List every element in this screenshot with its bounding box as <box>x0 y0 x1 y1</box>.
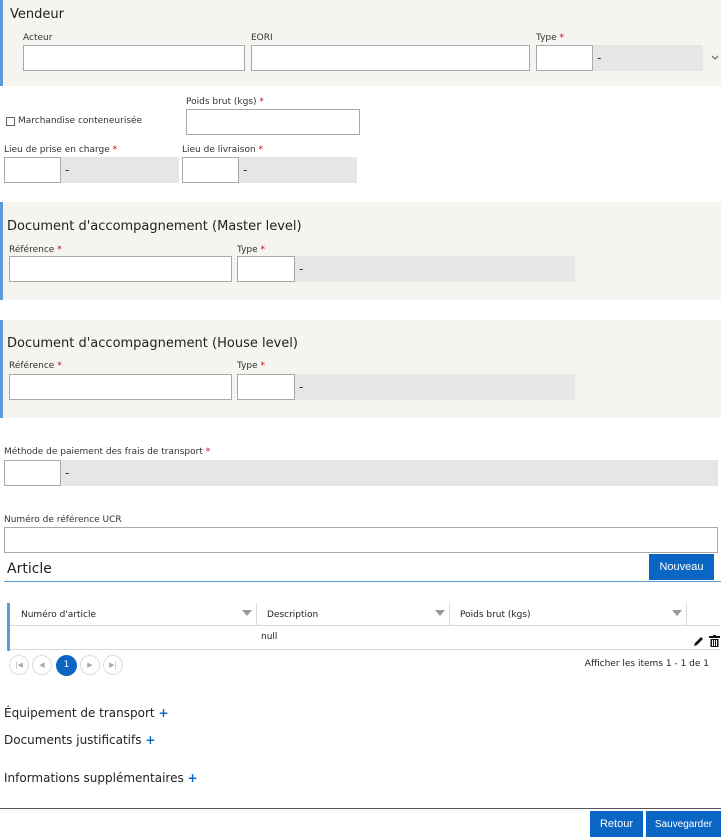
livraison-description: - <box>239 157 357 183</box>
doc-house-reference-input[interactable] <box>9 374 232 400</box>
sauvegarder-button[interactable]: Sauvegarder <box>646 811 721 837</box>
article-title: Article <box>7 561 52 577</box>
prev-page-icon[interactable]: ◀ <box>32 655 52 675</box>
poids-label: Poids brut (kgs) * <box>186 97 264 107</box>
col-header-numero[interactable]: Numéro d'article <box>21 610 96 620</box>
filter-icon[interactable] <box>672 610 682 616</box>
prise-label: Lieu de prise en charge * <box>4 145 118 155</box>
section-documents[interactable]: Documents justificatifs + <box>4 733 155 747</box>
doc-master-panel: Document d'accompagnement (Master level)… <box>0 202 721 300</box>
plus-icon[interactable]: + <box>158 706 168 720</box>
first-page-icon[interactable]: |◀ <box>9 655 29 675</box>
doc-master-reference-label: Référence * <box>9 245 62 255</box>
doc-house-type-label: Type * <box>237 361 266 371</box>
nouveau-button[interactable]: Nouveau <box>649 554 714 580</box>
paiement-label: Méthode de paiement des frais de transpo… <box>4 447 211 457</box>
article-divider <box>4 581 721 582</box>
cell-description: null <box>261 632 278 642</box>
doc-house-type-description: - <box>295 374 575 400</box>
doc-master-reference-input[interactable] <box>9 256 232 282</box>
section-equipement[interactable]: Équipement de transport + <box>4 706 169 720</box>
container-checkbox[interactable] <box>6 117 15 126</box>
section-informations[interactable]: Informations supplémentaires + <box>4 771 198 785</box>
paiement-input[interactable] <box>4 460 61 486</box>
col-header-poids[interactable]: Poids brut (kgs) <box>460 610 531 620</box>
doc-master-type-input[interactable] <box>237 256 295 282</box>
column-divider <box>686 603 687 626</box>
doc-house-type-input[interactable] <box>237 374 295 400</box>
edit-icon[interactable] <box>693 632 705 646</box>
doc-master-type-description: - <box>295 256 575 282</box>
vendeur-type-input[interactable] <box>536 45 593 71</box>
filter-icon[interactable] <box>435 610 445 616</box>
plus-icon[interactable]: + <box>145 733 155 747</box>
container-checkbox-label: Marchandise conteneurisée <box>18 116 143 126</box>
current-page-button[interactable]: 1 <box>56 655 77 676</box>
vendeur-panel: Vendeur Acteur EORI Type * - <box>0 0 721 86</box>
doc-master-type-label: Type * <box>237 245 266 255</box>
retour-button[interactable]: Retour <box>590 811 643 837</box>
footer-divider <box>0 808 721 809</box>
last-page-icon[interactable]: ▶| <box>103 655 123 675</box>
table-row[interactable]: null <box>10 626 720 650</box>
eori-input[interactable] <box>251 45 530 71</box>
ucr-label: Numéro de référence UCR <box>4 515 122 525</box>
poids-input[interactable] <box>186 109 360 135</box>
acteur-input[interactable] <box>23 45 245 71</box>
doc-house-panel: Document d'accompagnement (House level) … <box>0 320 721 418</box>
chevron-down-icon[interactable] <box>710 47 721 60</box>
plus-icon[interactable]: + <box>188 771 198 785</box>
paiement-description: - <box>61 460 718 486</box>
filter-icon[interactable] <box>242 610 252 616</box>
eori-label: EORI <box>251 33 273 43</box>
vendeur-type-description: - <box>593 45 703 71</box>
article-grid-header: Numéro d'article Description Poids brut … <box>10 603 720 626</box>
doc-house-reference-label: Référence * <box>9 361 62 371</box>
doc-house-title: Document d'accompagnement (House level) <box>7 336 298 351</box>
vendeur-type-label: Type * <box>536 33 565 43</box>
prise-description: - <box>61 157 179 183</box>
doc-master-title: Document d'accompagnement (Master level) <box>7 219 302 234</box>
livraison-input[interactable] <box>182 157 239 183</box>
column-divider <box>256 603 257 626</box>
acteur-label: Acteur <box>23 33 53 43</box>
prise-input[interactable] <box>4 157 61 183</box>
ucr-input[interactable] <box>4 527 718 553</box>
column-divider <box>449 603 450 626</box>
article-grid: Numéro d'article Description Poids brut … <box>7 603 720 651</box>
delete-icon[interactable] <box>709 632 720 647</box>
vendeur-title: Vendeur <box>10 7 64 22</box>
pager-info: Afficher les items 1 - 1 de 1 <box>584 659 709 669</box>
col-header-description[interactable]: Description <box>267 610 318 620</box>
next-page-icon[interactable]: ▶ <box>80 655 100 675</box>
livraison-label: Lieu de livraison * <box>182 145 264 155</box>
